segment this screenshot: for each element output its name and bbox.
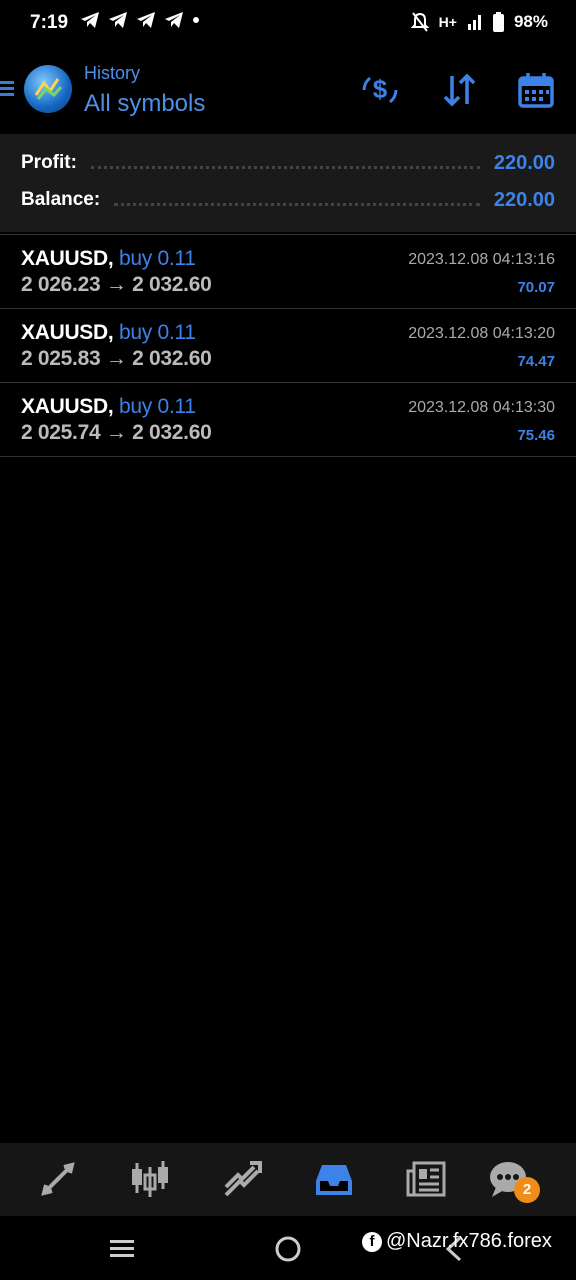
- nav-chart[interactable]: [130, 1159, 170, 1199]
- status-time: 7:19: [30, 12, 69, 33]
- status-bar: 7:19 H+ 98%: [0, 0, 576, 48]
- trade-row[interactable]: XAUUSD, buy 0.11 2 025.83 → 2 032.60 202…: [0, 309, 576, 383]
- calendar-icon: [518, 73, 554, 108]
- history-icon: [316, 1165, 352, 1195]
- watermark: f @Nazr.fx786.forex: [362, 1230, 552, 1253]
- telegram-icon: [81, 12, 99, 28]
- balance-value: 220.00: [493, 188, 555, 211]
- notification-icons: [80, 11, 200, 29]
- trade-row[interactable]: XAUUSD, buy 0.11 2 026.23 → 2 032.60 202…: [0, 235, 576, 309]
- metatrader-logo-icon: [34, 78, 63, 100]
- app-header: History All symbols $: [0, 48, 576, 134]
- trade-list: XAUUSD, buy 0.11 2 026.23 → 2 032.60 202…: [0, 234, 576, 457]
- trade-symbol: XAUUSD,: [21, 395, 114, 418]
- recents-icon[interactable]: [108, 1238, 136, 1260]
- profit-row: Profit: 220.00: [21, 148, 555, 178]
- telegram-icon: [165, 12, 183, 28]
- watermark-text: @Nazr.fx786.forex: [386, 1230, 552, 1252]
- more-notifications-dot-icon: [193, 17, 199, 23]
- home-icon[interactable]: [274, 1235, 302, 1263]
- telegram-icon: [109, 12, 127, 28]
- trade-symbol: XAUUSD,: [21, 247, 114, 270]
- currency-filter-button[interactable]: $: [360, 70, 400, 110]
- mute-bell-icon: [410, 12, 429, 32]
- nav-history[interactable]: [314, 1159, 354, 1199]
- leader-dots: [90, 165, 480, 169]
- bottom-navigation: [0, 1143, 576, 1216]
- page-subtitle: History: [84, 63, 141, 83]
- trade-profit: 70.07: [517, 279, 555, 296]
- leader-dots: [114, 202, 480, 206]
- page-title[interactable]: All symbols: [84, 90, 205, 118]
- trade-symbol: XAUUSD,: [21, 321, 114, 344]
- messages-badge: 2: [514, 1177, 540, 1203]
- profit-label: Profit:: [21, 152, 77, 173]
- trade-time: 2023.12.08 04:13:20: [408, 325, 555, 342]
- news-icon: [406, 1161, 446, 1197]
- sort-button[interactable]: [440, 70, 480, 110]
- trade-profit: 75.46: [517, 427, 555, 444]
- chart-icon: [132, 1161, 168, 1197]
- account-summary: Profit: 220.00 Balance: 220.00: [0, 134, 576, 232]
- signal-icon: [467, 15, 481, 30]
- sort-icon: [443, 73, 476, 107]
- profit-value: 220.00: [493, 151, 555, 174]
- menu-button[interactable]: [0, 78, 16, 100]
- nav-trade[interactable]: [222, 1159, 262, 1199]
- period-button[interactable]: [516, 70, 556, 110]
- trade-side: buy 0.11: [118, 247, 196, 270]
- facebook-icon: f: [362, 1231, 382, 1252]
- network-type: H+: [438, 14, 457, 30]
- trade-profit: 74.47: [517, 353, 555, 370]
- quotes-icon: [41, 1162, 75, 1196]
- app-logo: [24, 65, 72, 113]
- battery-level: 98%: [513, 12, 548, 31]
- trade-time: 2023.12.08 04:13:30: [408, 399, 555, 416]
- trade-icon: [224, 1161, 262, 1197]
- nav-quotes[interactable]: [38, 1159, 78, 1199]
- trade-time: 2023.12.08 04:13:16: [408, 251, 555, 268]
- trade-prices: 2 025.83 → 2 032.60: [21, 347, 212, 370]
- trade-side: buy 0.11: [118, 395, 196, 418]
- trade-prices: 2 025.74 → 2 032.60: [21, 421, 212, 444]
- trade-side: buy 0.11: [118, 321, 196, 344]
- trade-prices: 2 026.23 → 2 032.60: [21, 273, 212, 296]
- nav-news[interactable]: [406, 1159, 446, 1199]
- dollar-exchange-icon: $: [362, 74, 398, 104]
- battery-icon: [492, 12, 504, 32]
- status-right: H+ 98%: [410, 12, 548, 32]
- balance-label: Balance:: [21, 189, 101, 210]
- balance-row: Balance: 220.00: [21, 185, 555, 215]
- telegram-icon: [137, 12, 155, 28]
- svg-text:$: $: [373, 74, 388, 104]
- trade-row[interactable]: XAUUSD, buy 0.11 2 025.74 → 2 032.60 202…: [0, 383, 576, 457]
